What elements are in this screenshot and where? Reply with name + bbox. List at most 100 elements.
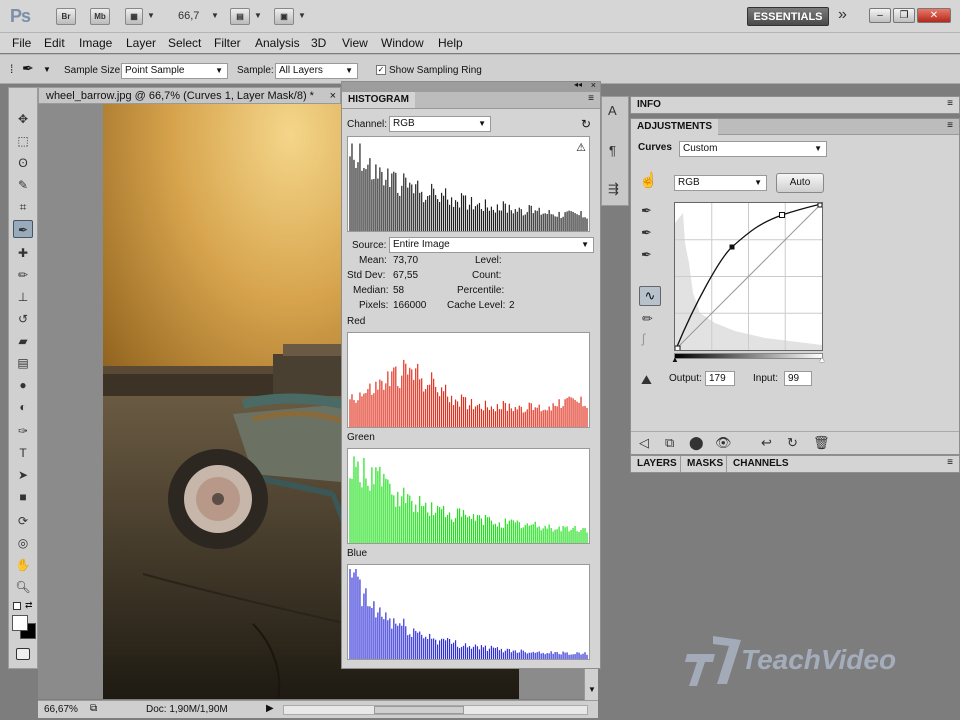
dodge-tool-icon[interactable]: ◐ (13, 398, 33, 416)
workspace-more-icon[interactable]: » (838, 6, 847, 24)
menu-select[interactable]: Select (168, 36, 201, 50)
expanded-view-icon[interactable]: ⧉ (665, 435, 674, 451)
status-menu-icon[interactable]: ▶ (266, 703, 274, 714)
smooth-curve-icon[interactable]: ʃ (642, 331, 645, 346)
zoom-tool-icon[interactable]: 🔍︎ (13, 578, 33, 596)
tab-histogram[interactable]: HISTOGRAM (342, 92, 415, 108)
tab-masks[interactable]: MASKS (680, 456, 729, 472)
healing-brush-tool-icon[interactable]: ✚ (13, 244, 33, 262)
paragraph-panel-icon[interactable]: ¶ (609, 143, 616, 158)
clipping-warning-icon[interactable]: ⛰ (641, 372, 652, 388)
view-extras-icon[interactable]: ▦ (125, 8, 143, 25)
close-icon[interactable]: ✕ (917, 8, 951, 23)
refresh-icon[interactable]: ↻ (581, 117, 591, 131)
marquee-tool-icon[interactable]: ⬚ (13, 132, 33, 150)
menu-window[interactable]: Window (381, 36, 424, 50)
3d-orbit-tool-icon[interactable]: ◎ (13, 534, 33, 552)
hand-tool-icon[interactable]: ✋ (13, 556, 33, 574)
collapse-icon[interactable]: ◂◂ (574, 80, 582, 89)
brush-tool-icon[interactable]: ✏ (13, 266, 33, 284)
default-colors-icon[interactable] (13, 602, 21, 610)
3d-rotate-tool-icon[interactable]: ⟳ (13, 512, 33, 530)
type-tool-icon[interactable]: T (13, 444, 33, 462)
tab-layers[interactable]: LAYERS (631, 456, 683, 472)
character-panel-icon[interactable]: A (608, 103, 617, 118)
status-info-icon[interactable]: ⧉ (90, 703, 97, 714)
workspace-essentials-button[interactable]: ESSENTIALS (747, 7, 829, 26)
eyedropper-tool-icon[interactable]: ✒ (13, 220, 33, 238)
zoom-dropdown-icon[interactable]: ▼ (211, 11, 219, 20)
zoom-level[interactable]: 66,7 (178, 10, 199, 22)
output-field[interactable]: 179 (705, 371, 735, 386)
auto-button[interactable]: Auto (776, 173, 824, 193)
curve-point-tool-icon[interactable]: ∿ (639, 286, 661, 306)
sample-size-select[interactable]: Point Sample ▼ (121, 63, 228, 79)
gray-point-eyedropper-icon[interactable]: ✒ (641, 225, 652, 241)
crop-tool-icon[interactable]: ⌗ (13, 198, 33, 216)
visibility-icon[interactable]: 👁︎ (715, 435, 732, 451)
menu-filter[interactable]: Filter (214, 36, 241, 50)
reset-icon[interactable]: ↻ (787, 435, 798, 451)
eraser-tool-icon[interactable]: ▰ (13, 332, 33, 350)
3d-panel-icon[interactable]: ⇶ (608, 181, 619, 197)
quick-mask-icon[interactable] (16, 648, 30, 660)
arrange-dropdown-icon[interactable]: ▼ (254, 11, 262, 20)
show-sampling-ring-checkbox[interactable]: ✓ (376, 65, 386, 75)
gradient-tool-icon[interactable]: ▤ (13, 354, 33, 372)
menu-layer[interactable]: Layer (126, 36, 156, 50)
source-select[interactable]: Entire Image ▼ (389, 237, 594, 253)
curves-channel-select[interactable]: RGB ▼ (674, 175, 767, 191)
tab-channels[interactable]: CHANNELS (726, 456, 795, 472)
screen-mode-dropdown-icon[interactable]: ▼ (298, 11, 306, 20)
previous-state-icon[interactable]: ↩ (761, 435, 772, 451)
document-tab[interactable]: wheel_barrow.jpg @ 66,7% (Curves 1, Laye… (38, 87, 341, 104)
foreground-color-swatch[interactable] (12, 615, 28, 631)
warning-icon[interactable]: ⚠ (576, 141, 586, 154)
launch-mini-bridge-button[interactable]: Mb (90, 8, 110, 25)
view-extras-dropdown-icon[interactable]: ▼ (147, 11, 155, 20)
move-tool-icon[interactable]: ✥ (13, 110, 33, 128)
lasso-tool-icon[interactable]: ʘ (13, 154, 33, 172)
swap-colors-icon[interactable]: ⇄ (25, 600, 33, 611)
delete-adjustment-icon[interactable]: 🗑︎ (813, 435, 830, 451)
shape-tool-icon[interactable]: ■ (13, 488, 33, 506)
on-image-adjust-icon[interactable]: ☝ (639, 171, 658, 189)
tab-info[interactable]: INFO (631, 97, 667, 113)
history-brush-tool-icon[interactable]: ↺ (13, 310, 33, 328)
menu-help[interactable]: Help (438, 36, 463, 50)
panel-menu-icon[interactable]: ≡ (947, 98, 953, 109)
screen-mode-icon[interactable]: ▣ (274, 8, 294, 25)
quick-selection-tool-icon[interactable]: ✎ (13, 176, 33, 194)
pencil-draw-icon[interactable]: ✏ (642, 311, 653, 327)
channel-select[interactable]: RGB ▼ (389, 116, 491, 132)
menu-view[interactable]: View (342, 36, 368, 50)
arrange-documents-icon[interactable]: ▤ (230, 8, 250, 25)
menu-3d[interactable]: 3D (311, 36, 326, 50)
panel-menu-icon[interactable]: ≡ (947, 457, 953, 468)
clip-to-layer-icon[interactable]: ⬤ (689, 435, 704, 451)
curves-graph[interactable] (674, 202, 823, 352)
tab-adjustments[interactable]: ADJUSTMENTS (631, 119, 719, 135)
menu-image[interactable]: Image (79, 36, 112, 50)
black-point-eyedropper-icon[interactable]: ✒ (641, 203, 652, 219)
scroll-down-icon[interactable]: ▼ (588, 685, 596, 694)
preset-dropdown-icon[interactable]: ▼ (43, 65, 51, 74)
blur-tool-icon[interactable]: ● (13, 376, 33, 394)
close-panel-icon[interactable]: × (591, 80, 596, 90)
launch-bridge-button[interactable]: Br (56, 8, 76, 25)
white-point-eyedropper-icon[interactable]: ✒ (641, 247, 652, 263)
restore-icon[interactable]: ❐ (893, 8, 915, 23)
sample-select[interactable]: All Layers ▼ (275, 63, 358, 79)
pen-tool-icon[interactable]: ✑ (13, 422, 33, 440)
menu-analysis[interactable]: Analysis (255, 36, 300, 50)
curves-preset-select[interactable]: Custom ▼ (679, 141, 827, 157)
panel-titlebar[interactable]: ◂◂ × (342, 80, 600, 92)
scrollbar-thumb[interactable] (374, 706, 464, 714)
status-zoom[interactable]: 66,67% (44, 704, 78, 715)
input-field[interactable]: 99 (784, 371, 812, 386)
return-to-list-icon[interactable]: ◁ (639, 435, 649, 451)
panel-menu-icon[interactable]: ≡ (588, 93, 594, 104)
close-document-icon[interactable]: × (330, 88, 336, 104)
white-point-slider[interactable]: ▲ (818, 355, 826, 364)
clone-stamp-tool-icon[interactable]: ⊥ (13, 288, 33, 306)
